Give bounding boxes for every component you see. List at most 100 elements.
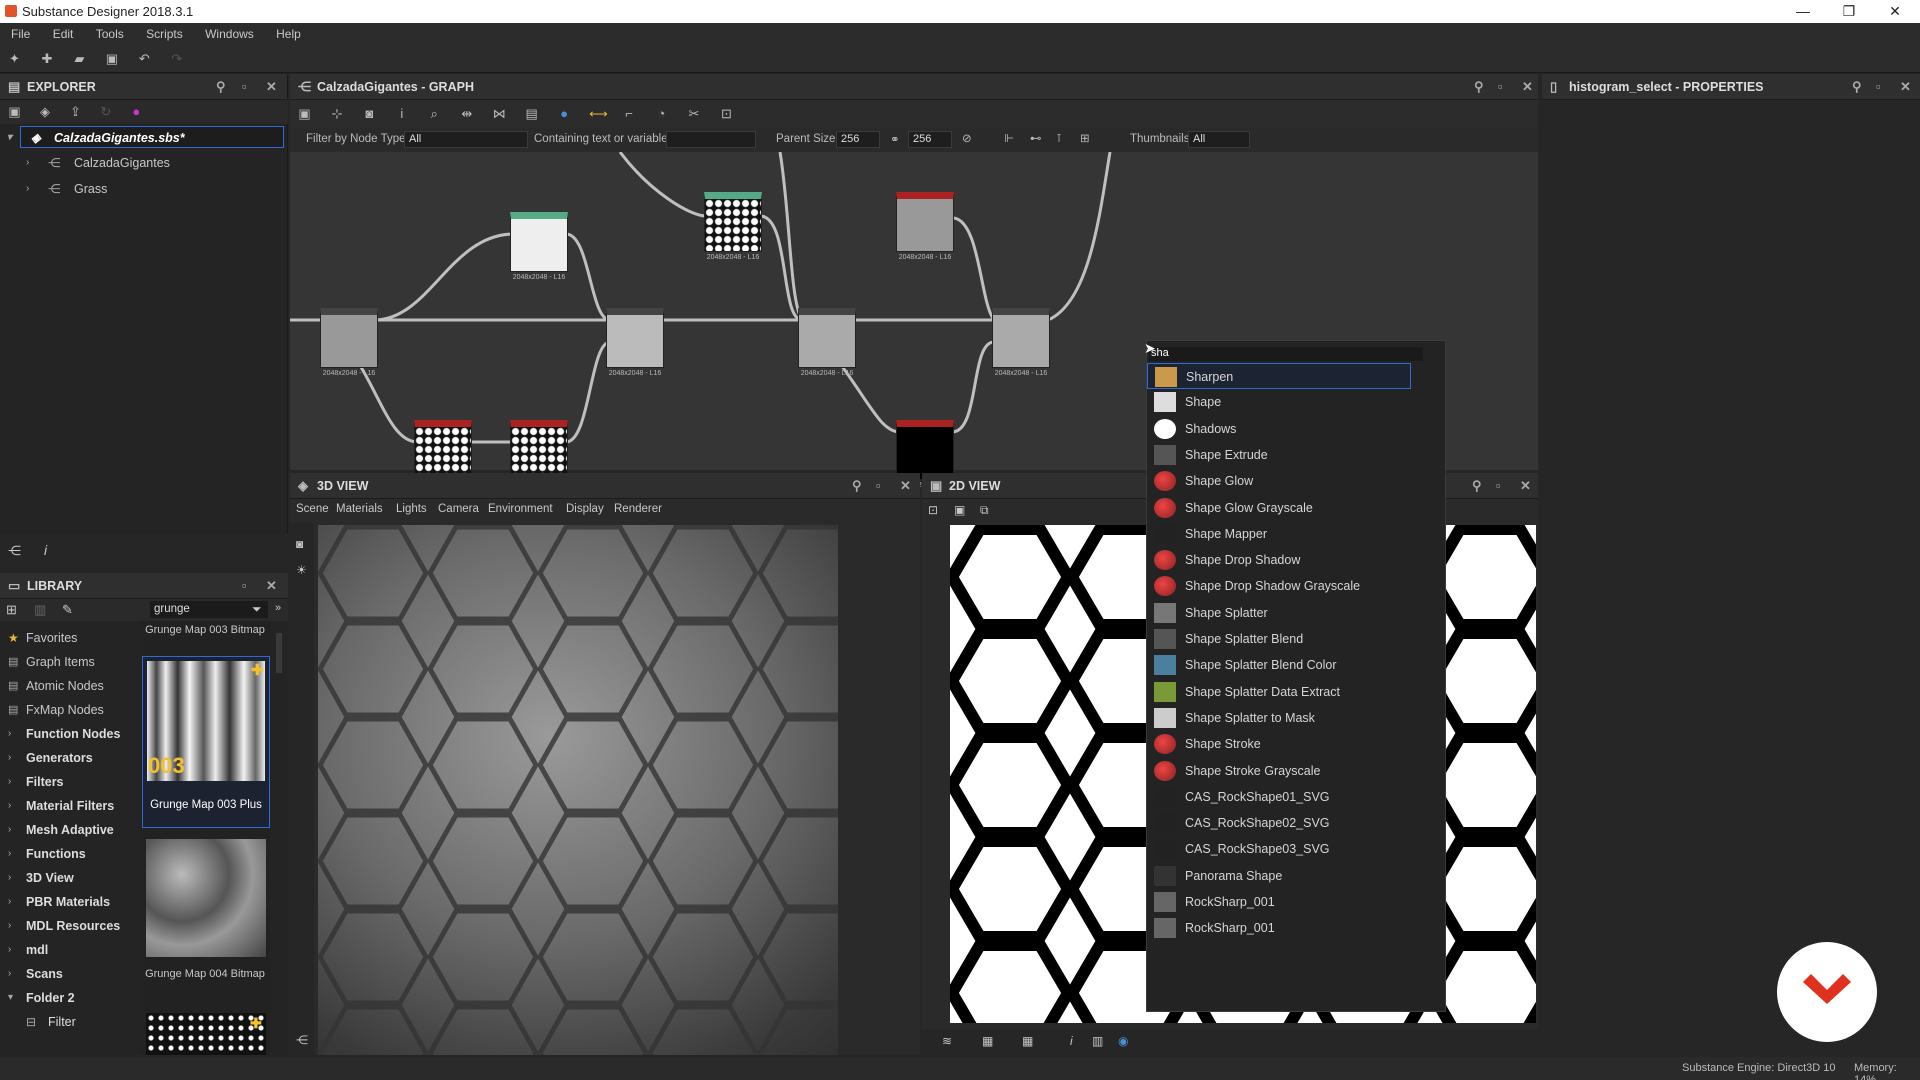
edit-icon[interactable]: ✎ <box>62 602 73 618</box>
node-search-result[interactable]: Shadows <box>1147 416 1445 442</box>
straighten-icon[interactable]: ⌐ <box>622 107 637 121</box>
maximize-button[interactable]: ❐ <box>1826 0 1872 23</box>
graph-node[interactable] <box>510 212 568 272</box>
library-category[interactable]: ★ Favorites <box>0 627 140 649</box>
align-left-icon[interactable]: ⊩ <box>1004 131 1014 145</box>
grid-icon[interactable]: ▦ <box>1022 1034 1033 1048</box>
pin-icon[interactable]: ⚲ <box>216 79 226 95</box>
pin-icon[interactable]: ⚲ <box>1474 79 1484 95</box>
library-category[interactable]: › Material Filters <box>0 795 140 817</box>
float-icon[interactable]: ▫ <box>242 79 247 94</box>
node-search-result[interactable]: Shape Drop Shadow <box>1147 547 1445 573</box>
link-icon[interactable]: ⟷ <box>589 107 608 121</box>
export-icon[interactable]: ⇪ <box>68 105 83 119</box>
graph-node[interactable] <box>896 420 954 480</box>
add-favorite-icon[interactable]: ✚ <box>250 1015 262 1032</box>
node-search-input[interactable]: sha <box>1149 347 1423 361</box>
plugin-icon[interactable]: ● <box>129 105 144 119</box>
expand-arrow-icon[interactable]: › <box>26 152 29 174</box>
float-icon[interactable]: ▫ <box>1496 478 1501 493</box>
minimize-button[interactable]: — <box>1780 0 1826 23</box>
float-icon[interactable]: ▫ <box>1498 79 1503 94</box>
camera-icon[interactable]: ◙ <box>362 107 377 121</box>
menu-lights[interactable]: Lights <box>396 503 427 515</box>
graph-node[interactable] <box>992 308 1050 368</box>
library-search-input[interactable]: grunge <box>150 601 268 618</box>
publish-icon[interactable]: ◈ <box>37 105 52 119</box>
library-category[interactable]: › 3D View <box>0 867 140 889</box>
save-package-icon[interactable]: ▣ <box>7 105 22 119</box>
thumbnails-select[interactable]: All <box>1188 131 1250 148</box>
node-search-result[interactable]: Shape Mapper <box>1147 521 1445 547</box>
tree-item-calzadagigantes[interactable]: › ⋲ CalzadaGigantes <box>26 152 276 174</box>
table-icon[interactable]: ▤ <box>524 107 539 121</box>
library-category[interactable]: › Filters <box>0 771 140 793</box>
open-folder-icon[interactable]: ▰ <box>72 52 87 66</box>
graph-node[interactable] <box>606 308 664 368</box>
close-panel-icon[interactable]: ✕ <box>1900 79 1911 95</box>
node-search-result[interactable]: Shape Splatter Blend Color <box>1147 652 1445 678</box>
reset-size-icon[interactable]: ⊘ <box>962 131 972 145</box>
package-item[interactable]: ▾ ◈ CalzadaGigantes.sbs* <box>7 126 284 148</box>
library-category[interactable]: ▤ FxMap Nodes <box>0 699 140 721</box>
undo-icon[interactable]: ↶ <box>137 52 152 66</box>
save-image-icon[interactable]: ▣ <box>954 503 965 517</box>
histogram-icon[interactable]: ▥ <box>1092 1034 1103 1048</box>
color-picker-icon[interactable]: ◉ <box>1118 1034 1128 1048</box>
menu-edit[interactable]: Edit <box>42 23 82 41</box>
pin-icon[interactable]: ⚲ <box>1472 478 1482 494</box>
menu-help[interactable]: Help <box>265 23 309 41</box>
menu-scripts[interactable]: Scripts <box>135 23 191 41</box>
fit-icon[interactable]: ⊡ <box>928 503 938 517</box>
menu-renderer[interactable]: Renderer <box>614 503 662 515</box>
menu-camera[interactable]: Camera <box>438 503 479 515</box>
node-type-select[interactable]: All <box>404 131 528 148</box>
tools-icon[interactable]: ✂ <box>686 107 701 121</box>
library-category[interactable]: › MDL Resources <box>0 915 140 937</box>
redo-icon[interactable]: ↷ <box>169 52 184 66</box>
close-panel-icon[interactable]: ✕ <box>900 478 911 494</box>
3d-viewport[interactable] <box>318 525 898 1055</box>
python-icon[interactable]: ● <box>557 107 572 121</box>
node-search-result[interactable]: Shape Glow <box>1147 468 1445 494</box>
node-search-result[interactable]: Sharpen <box>1147 363 1411 389</box>
save-icon[interactable]: ▣ <box>104 52 119 66</box>
timer-icon[interactable]: ◔ <box>654 107 669 121</box>
menu-tools[interactable]: Tools <box>85 23 132 41</box>
library-category[interactable]: › Scans <box>0 963 140 985</box>
export-icon[interactable]: ⊡ <box>719 107 734 121</box>
close-panel-icon[interactable]: ✕ <box>266 578 277 594</box>
menu-scene[interactable]: Scene <box>296 503 329 515</box>
node-search-result[interactable]: CAS_RockShape03_SVG <box>1147 836 1445 862</box>
node-search-result[interactable]: Shape Splatter Blend <box>1147 626 1445 652</box>
library-category[interactable]: ▤ Atomic Nodes <box>0 675 140 697</box>
reload-icon[interactable]: ↻ <box>98 105 113 119</box>
library-category[interactable]: › Mesh Adaptive <box>0 819 140 841</box>
float-icon[interactable]: ▫ <box>1876 79 1881 94</box>
graph-node[interactable] <box>320 308 378 368</box>
pin-icon[interactable]: ⚲ <box>1852 79 1862 95</box>
expand-icon[interactable]: » <box>275 602 281 614</box>
library-category[interactable]: ▤ Graph Items <box>0 651 140 673</box>
node-search-result[interactable]: Panorama Shape <box>1147 863 1445 889</box>
float-icon[interactable]: ▫ <box>242 578 247 593</box>
float-icon[interactable]: ▫ <box>876 478 881 493</box>
library-category[interactable]: ⊟ Filter <box>0 1011 140 1033</box>
library-category[interactable]: › mdl <box>0 939 140 961</box>
new-folder-icon[interactable]: ⊞ <box>6 602 17 618</box>
explorer-tab-icon[interactable]: ⋲ <box>8 543 21 559</box>
close-panel-icon[interactable]: ✕ <box>1522 79 1533 95</box>
tree-icon[interactable]: ⋲ <box>296 1033 308 1047</box>
library-category[interactable]: ▾ Folder 2 <box>0 987 140 1009</box>
node-search-result[interactable]: RockSharp_001 <box>1147 915 1445 941</box>
parent-height-select[interactable]: 256 <box>908 131 952 148</box>
snap-icon[interactable]: ⊞ <box>1080 131 1090 145</box>
menu-file[interactable]: File <box>0 23 38 41</box>
info-tab-icon[interactable]: i <box>44 542 47 558</box>
node-search-result[interactable]: Shape Stroke Grayscale <box>1147 758 1445 784</box>
node-search-result[interactable]: CAS_RockShape02_SVG <box>1147 810 1445 836</box>
new-package-icon[interactable]: ✦ <box>7 52 22 66</box>
expand-arrow-icon[interactable]: › <box>26 178 29 200</box>
filter-icon[interactable]: ⏷ <box>252 602 262 617</box>
node-search-result[interactable]: Shape Drop Shadow Grayscale <box>1147 573 1445 599</box>
